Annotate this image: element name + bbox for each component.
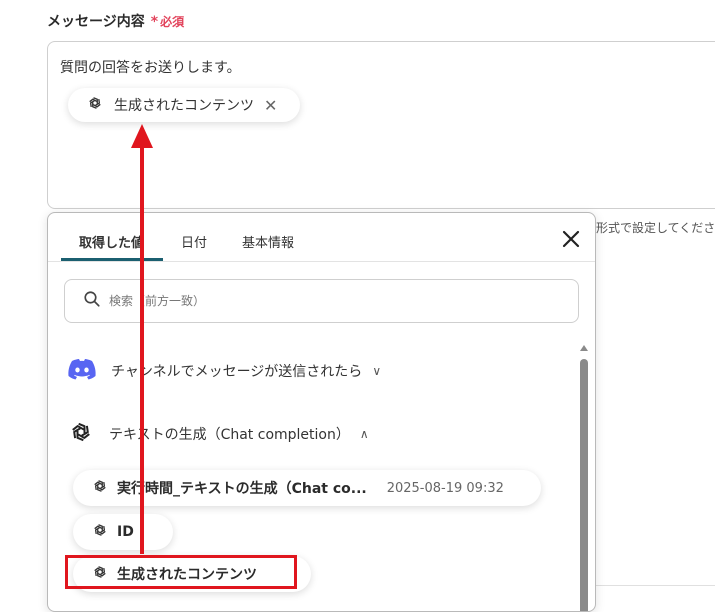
scroll-up-icon[interactable]	[580, 345, 588, 351]
chevron-up-icon: ∧	[359, 427, 369, 441]
group-chatgpt-trigger[interactable]: テキストの生成（Chat completion） ∧	[67, 418, 369, 450]
scrollbar-thumb[interactable]	[580, 359, 588, 611]
tab-basic-info[interactable]: 基本情報	[242, 232, 294, 251]
token-label: 生成されたコンテンツ	[114, 98, 254, 114]
discord-icon	[67, 358, 97, 384]
required-mark: *	[150, 14, 159, 30]
hint-text: 形式で設定してください	[596, 221, 715, 235]
group-discord-trigger[interactable]: チャンネルでメッセージが送信されたら ∨	[67, 358, 381, 384]
field-label-text: メッセージ内容	[47, 14, 145, 30]
close-icon[interactable]: ✕	[264, 96, 277, 115]
tab-date[interactable]: 日付	[181, 232, 207, 251]
token-chip[interactable]: 生成されたコンテンツ ✕	[68, 88, 300, 122]
openai-icon	[91, 521, 109, 543]
chevron-down-icon: ∨	[372, 364, 382, 378]
search-icon	[83, 290, 101, 312]
item-timestamp: 2025-08-19 09:32	[386, 480, 504, 496]
openai-icon	[91, 477, 109, 499]
annotation-arrow	[131, 124, 153, 554]
field-label: メッセージ内容 * 必須	[47, 11, 184, 31]
openai-icon	[67, 418, 95, 450]
required-text: 必須	[160, 15, 185, 29]
message-text: 質問の回答をお送りします。	[60, 60, 241, 76]
scrollbar[interactable]	[579, 345, 589, 611]
openai-icon	[86, 94, 104, 116]
annotation-highlight-box	[65, 555, 297, 589]
close-icon[interactable]	[559, 227, 583, 251]
search-input[interactable]	[107, 293, 551, 309]
divider	[596, 585, 715, 586]
